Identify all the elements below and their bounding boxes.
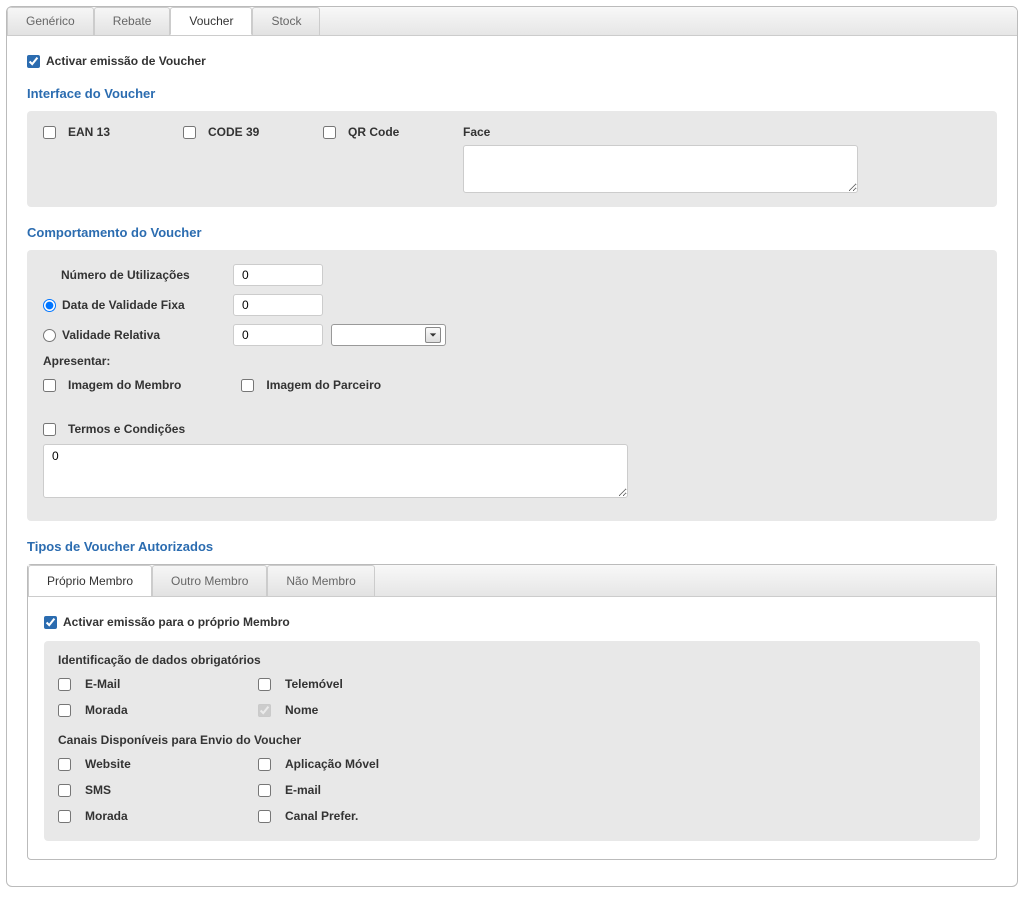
phone-checkbox[interactable] [258, 678, 271, 691]
num-uses-label: Número de Utilizações [61, 268, 190, 282]
email2-checkbox[interactable] [258, 784, 271, 797]
member-image-checkbox[interactable] [43, 379, 56, 392]
app-checkbox[interactable] [258, 758, 271, 771]
face-label: Face [463, 125, 981, 139]
member-image-label: Imagem do Membro [68, 378, 181, 392]
tab-non-member[interactable]: Não Membro [267, 565, 374, 596]
activate-voucher-label: Activar emissão de Voucher [46, 54, 206, 68]
tab-voucher[interactable]: Voucher [170, 7, 252, 35]
address2-label: Morada [85, 809, 128, 823]
code39-checkbox[interactable] [183, 126, 196, 139]
ean13-label: EAN 13 [68, 125, 110, 139]
name-checkbox[interactable] [258, 704, 271, 717]
auth-gray-box: Identificação de dados obrigatórios E-Ma… [44, 641, 980, 841]
chevron-down-icon [429, 331, 437, 339]
show-label: Apresentar: [43, 354, 981, 368]
section-behavior-title: Comportamento do Voucher [27, 225, 997, 240]
name-label: Nome [285, 703, 318, 717]
tab-own-member[interactable]: Próprio Membro [28, 565, 152, 596]
section-auth-title: Tipos de Voucher Autorizados [27, 539, 997, 554]
website-checkbox[interactable] [58, 758, 71, 771]
email-label: E-Mail [85, 677, 120, 691]
terms-checkbox[interactable] [43, 423, 56, 436]
main-window: Genérico Rebate Voucher Stock Activar em… [6, 6, 1018, 887]
auth-tabstrip: Próprio Membro Outro Membro Não Membro [28, 565, 996, 597]
fixed-date-input[interactable] [233, 294, 323, 316]
tab-generico[interactable]: Genérico [7, 7, 94, 35]
partner-image-label: Imagem do Parceiro [266, 378, 381, 392]
sms-checkbox[interactable] [58, 784, 71, 797]
qrcode-checkbox[interactable] [323, 126, 336, 139]
address2-checkbox[interactable] [58, 810, 71, 823]
pref-checkbox[interactable] [258, 810, 271, 823]
fixed-date-label: Data de Validade Fixa [62, 298, 185, 312]
tab-other-member[interactable]: Outro Membro [152, 565, 267, 596]
phone-label: Telemóvel [285, 677, 343, 691]
code39-label: CODE 39 [208, 125, 259, 139]
auth-content: Activar emissão para o próprio Membro Id… [28, 597, 996, 859]
ident-title: Identificação de dados obrigatórios [58, 653, 966, 667]
relative-radio[interactable] [43, 329, 56, 342]
fixed-date-radio[interactable] [43, 299, 56, 312]
activate-own-checkbox[interactable] [44, 616, 57, 629]
dropdown-button[interactable] [425, 327, 441, 343]
email2-label: E-mail [285, 783, 321, 797]
auth-window: Próprio Membro Outro Membro Não Membro A… [27, 564, 997, 860]
behavior-panel: Número de Utilizações Data de Validade F… [27, 250, 997, 521]
relative-input[interactable] [233, 324, 323, 346]
ean13-checkbox[interactable] [43, 126, 56, 139]
face-textarea[interactable] [463, 145, 858, 193]
terms-textarea[interactable]: 0 [43, 444, 628, 498]
activate-own-label: Activar emissão para o próprio Membro [63, 615, 290, 629]
interface-panel: EAN 13 CODE 39 QR Code Face [27, 111, 997, 207]
relative-label: Validade Relativa [62, 328, 160, 342]
main-tabstrip: Genérico Rebate Voucher Stock [7, 7, 1017, 36]
tab-stock[interactable]: Stock [252, 7, 320, 35]
relative-unit-select[interactable] [331, 324, 446, 346]
partner-image-checkbox[interactable] [241, 379, 254, 392]
sms-label: SMS [85, 783, 111, 797]
app-label: Aplicação Móvel [285, 757, 379, 771]
website-label: Website [85, 757, 131, 771]
address-checkbox[interactable] [58, 704, 71, 717]
section-interface-title: Interface do Voucher [27, 86, 997, 101]
address-label: Morada [85, 703, 128, 717]
tab-content: Activar emissão de Voucher Interface do … [7, 36, 1017, 886]
channels-title: Canais Disponíveis para Envio do Voucher [58, 733, 966, 747]
terms-label: Termos e Condições [68, 422, 185, 436]
tab-rebate[interactable]: Rebate [94, 7, 171, 35]
num-uses-input[interactable] [233, 264, 323, 286]
activate-voucher-checkbox[interactable] [27, 55, 40, 68]
pref-label: Canal Prefer. [285, 809, 358, 823]
email-checkbox[interactable] [58, 678, 71, 691]
qrcode-label: QR Code [348, 125, 399, 139]
